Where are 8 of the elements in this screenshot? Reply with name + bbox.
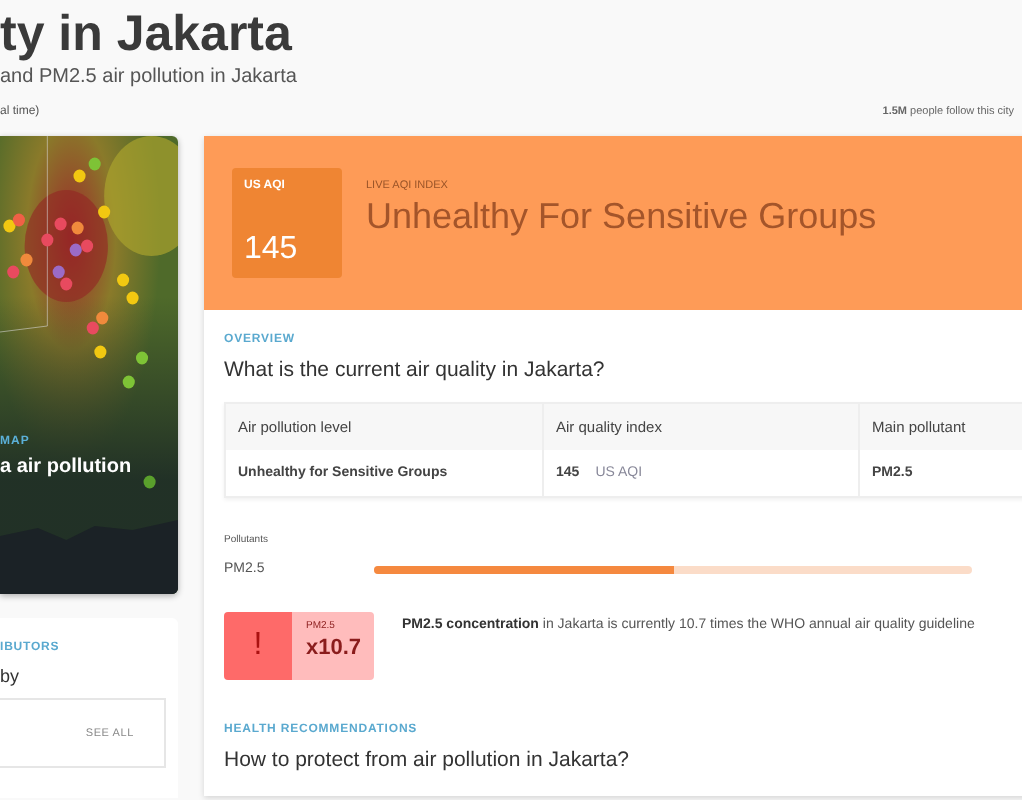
section-question: What is the current air quality in Jakarta? [224,358,607,382]
contributors-title: by [0,666,22,686]
page-title: ty in Jakarta [0,4,294,64]
warning-icon: ! [224,612,292,680]
aqi-status: Unhealthy For Sensitive Groups [366,196,877,238]
section-question: How to protect from air pollution in Jakarta? [224,748,632,772]
map-title: a air pollution [0,456,132,478]
page-subtitle: and PM2.5 air pollution in Jakarta [0,66,299,88]
